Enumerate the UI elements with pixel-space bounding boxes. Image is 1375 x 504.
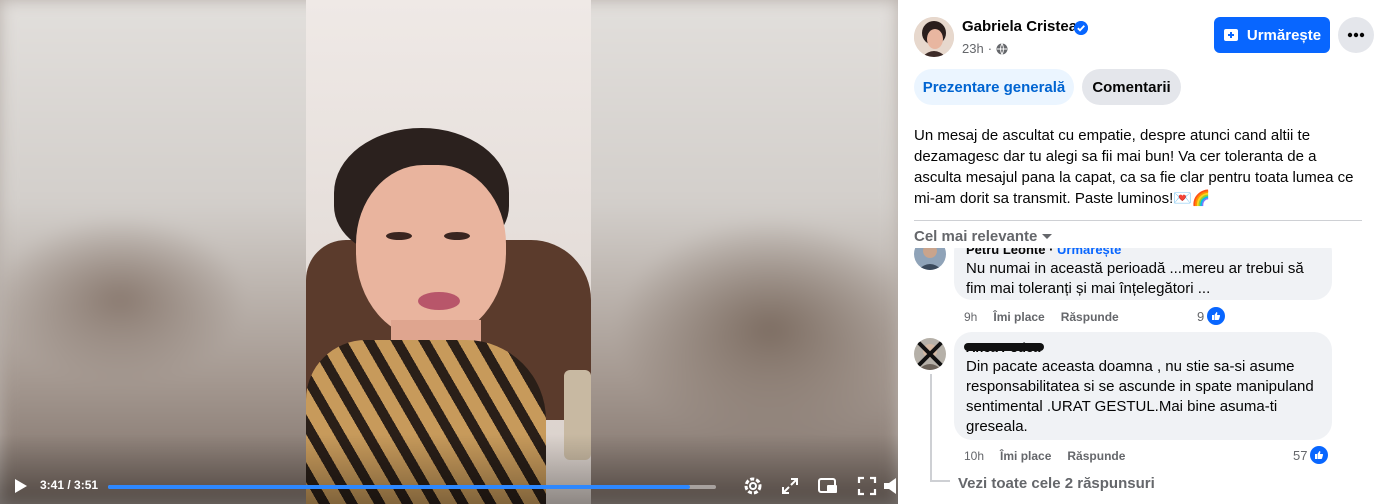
reply-thread-line bbox=[930, 374, 932, 482]
reply-button[interactable]: Răspunde bbox=[1067, 449, 1125, 463]
divider bbox=[914, 220, 1362, 221]
comment-time[interactable]: 10h bbox=[964, 449, 984, 463]
author-redaction-mark bbox=[964, 343, 1044, 351]
like-icon bbox=[1310, 446, 1329, 464]
video-mouth bbox=[418, 292, 460, 310]
tab-comments[interactable]: Comentarii bbox=[1082, 69, 1181, 105]
video-progress-fill bbox=[108, 485, 690, 489]
reaction-count: 9 bbox=[1197, 308, 1205, 324]
view-replies-link[interactable]: Vezi toate cele 2 răspunsuri bbox=[958, 475, 1155, 492]
comment-avatar[interactable] bbox=[914, 248, 946, 270]
video-player[interactable]: 3:41 / 3:51 bbox=[0, 0, 898, 504]
like-icon bbox=[1207, 307, 1226, 325]
comment-avatar[interactable] bbox=[914, 338, 946, 370]
globe-icon bbox=[996, 42, 1008, 55]
author-avatar[interactable] bbox=[914, 17, 954, 57]
video-frame[interactable] bbox=[306, 0, 591, 504]
follow-button[interactable]: Urmărește bbox=[1214, 17, 1330, 53]
chevron-down-icon bbox=[1042, 233, 1053, 239]
tab-overview[interactable]: Prezentare generală bbox=[914, 69, 1074, 105]
play-icon[interactable] bbox=[11, 477, 29, 495]
post-time[interactable]: 23h bbox=[962, 41, 984, 56]
follow-icon bbox=[1223, 29, 1238, 41]
comment-list: Petru Leonte · Urmărește Nu numai in ace… bbox=[898, 248, 1375, 504]
comment-reactions[interactable]: 57 bbox=[1293, 446, 1329, 464]
post-viewer: 3:41 / 3:51 Gabriela Cristea 23h · Urmăr… bbox=[0, 0, 1375, 504]
video-controls: 3:41 / 3:51 bbox=[0, 434, 898, 504]
comment-sort-dropdown[interactable]: Cel mai relevante bbox=[914, 228, 1053, 245]
more-options-button[interactable] bbox=[1338, 17, 1374, 53]
more-icon bbox=[1347, 32, 1365, 38]
comment-author[interactable]: Petru Leonte bbox=[966, 248, 1045, 257]
comment-reactions[interactable]: 9 bbox=[1197, 307, 1226, 325]
comment-time[interactable]: 9h bbox=[964, 310, 977, 324]
video-time: 3:41 / 3:51 bbox=[40, 478, 99, 492]
meta-separator: · bbox=[987, 41, 993, 56]
comment-bubble: Anca Podea Din pacate aceasta doamna , n… bbox=[954, 332, 1332, 440]
comment-actions: 10h Îmi place Răspunde bbox=[964, 449, 1125, 463]
post-panel: Gabriela Cristea 23h · Urmărește Prezent… bbox=[898, 0, 1375, 504]
comment-author[interactable]: Anca Podea bbox=[964, 340, 1320, 355]
follow-label: Urmărește bbox=[1246, 26, 1322, 44]
verified-icon bbox=[1074, 21, 1088, 35]
like-button[interactable]: Îmi place bbox=[1000, 449, 1051, 463]
comment-author-separator: · bbox=[1045, 248, 1058, 257]
author-name[interactable]: Gabriela Cristea bbox=[962, 18, 1077, 35]
volume-icon[interactable] bbox=[884, 475, 898, 497]
settings-icon[interactable] bbox=[742, 475, 764, 497]
reply-button[interactable]: Răspunde bbox=[1061, 310, 1119, 324]
expand-icon[interactable] bbox=[779, 475, 801, 497]
post-description: Un mesaj de ascultat cu empatie, despre … bbox=[914, 127, 1354, 207]
like-button[interactable]: Îmi place bbox=[993, 310, 1044, 324]
fullscreen-icon[interactable] bbox=[856, 475, 878, 497]
comment-text: Din pacate aceasta doamna , nu stie sa-s… bbox=[966, 358, 1314, 435]
reaction-count: 57 bbox=[1293, 447, 1308, 463]
reply-thread-branch bbox=[930, 480, 950, 482]
video-face bbox=[356, 165, 506, 340]
pip-icon[interactable] bbox=[817, 475, 839, 497]
comment-follow-link[interactable]: Urmărește bbox=[1057, 248, 1121, 257]
video-eye-left bbox=[386, 232, 412, 240]
comment-bubble: Petru Leonte · Urmărește Nu numai in ace… bbox=[954, 248, 1332, 300]
post-meta: 23h · bbox=[962, 41, 1008, 56]
bottom-fade bbox=[958, 492, 1188, 504]
sort-label: Cel mai relevante bbox=[914, 228, 1038, 245]
video-eye-right bbox=[444, 232, 470, 240]
video-progress-bar[interactable] bbox=[108, 485, 716, 489]
comment-text: Nu numai in această perioadă ...mereu ar… bbox=[966, 260, 1304, 297]
comment-actions: 9h Îmi place Răspunde bbox=[964, 310, 1119, 324]
comment-author-line: Petru Leonte · Urmărește bbox=[966, 248, 1320, 257]
